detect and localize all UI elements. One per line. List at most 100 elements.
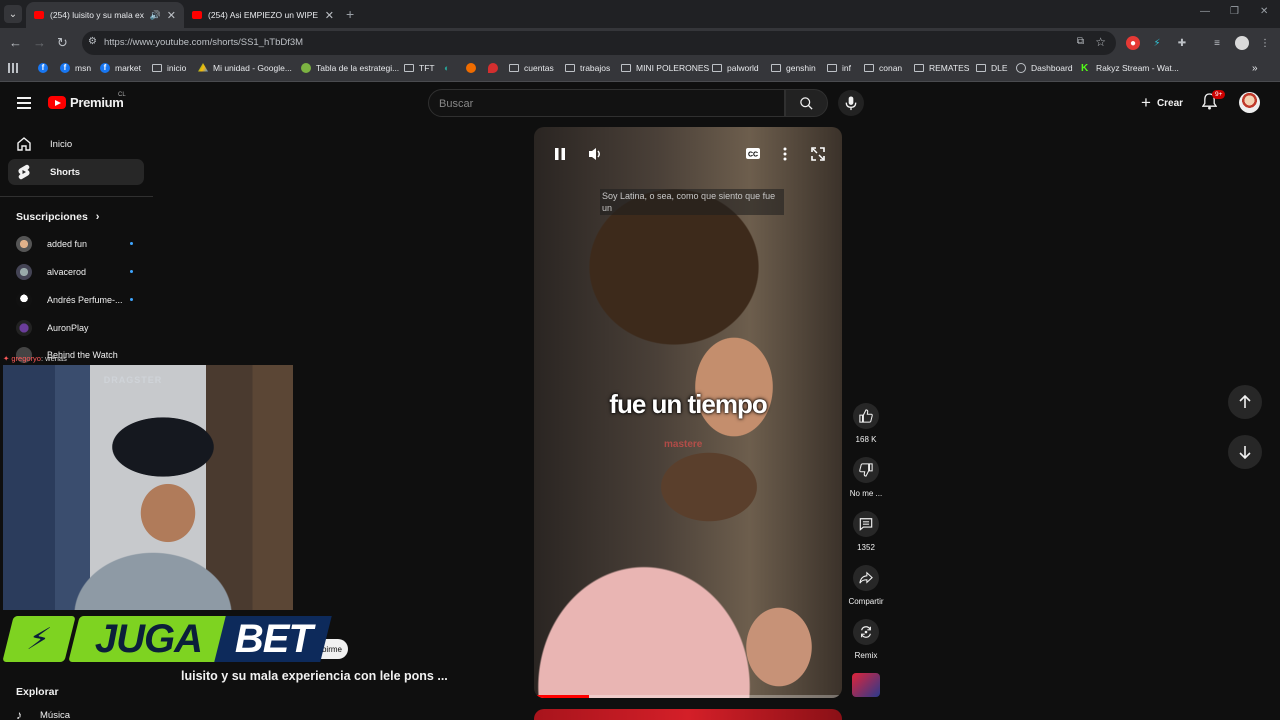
- sidebar-item-musica[interactable]: ♪ Música: [16, 708, 70, 720]
- url-text[interactable]: https://www.youtube.com/shorts/SS1_hTbDf…: [104, 37, 303, 48]
- more-options-icon[interactable]: [783, 147, 787, 166]
- more-bookmarks-icon[interactable]: »: [1252, 63, 1258, 74]
- browser-tab[interactable]: (254) Asi EMPIEZO un WIPE SO ✕: [184, 2, 342, 28]
- lightning-icon: ⚡: [2, 616, 76, 662]
- profile-avatar-icon[interactable]: [1235, 36, 1249, 50]
- bookmark-tabla[interactable]: Tabla de la estrategi...: [301, 63, 399, 73]
- subscription-item[interactable]: AuronPlay: [16, 318, 136, 338]
- remix-button[interactable]: Remix: [846, 619, 886, 660]
- sidebar-item-shorts[interactable]: Shorts: [8, 159, 144, 185]
- bookmark-facebook[interactable]: f: [38, 63, 48, 73]
- sidebar-item-label: Shorts: [50, 166, 81, 178]
- next-short-button[interactable]: [1228, 435, 1262, 469]
- sidebar-item-label: Música: [40, 709, 71, 720]
- tab-search-button[interactable]: ⌄: [4, 5, 22, 23]
- captions-icon[interactable]: CC: [745, 147, 761, 165]
- bookmark-tft[interactable]: TFT: [404, 63, 435, 73]
- bookmark-misc-1[interactable]: ◐: [444, 63, 454, 73]
- bookmark-misc-2[interactable]: [466, 63, 476, 73]
- bookmark-market[interactable]: f market: [100, 63, 141, 73]
- site-info-icon[interactable]: ⚙: [88, 36, 97, 47]
- shorts-player[interactable]: CC Soy Latina, o sea, como que siento qu…: [534, 127, 842, 698]
- new-content-dot: [130, 242, 133, 245]
- speaker-icon[interactable]: 🔊: [150, 10, 161, 21]
- bookmark-misc-3[interactable]: [488, 63, 498, 73]
- forward-icon[interactable]: →: [33, 35, 46, 50]
- search-icon: [800, 96, 813, 110]
- chair-brand-text: DRAGSTER: [103, 375, 163, 385]
- extensions-puzzle-icon[interactable]: ✚: [1175, 36, 1189, 50]
- apps-grid-icon[interactable]: [8, 63, 18, 73]
- subscription-item[interactable]: alvacerod: [16, 262, 136, 282]
- bookmark-cuentas[interactable]: cuentas: [509, 63, 554, 73]
- next-short-preview[interactable]: [534, 709, 842, 720]
- dislike-button[interactable]: No me ...: [846, 457, 886, 498]
- microphone-icon: [845, 95, 857, 110]
- sidebar-item-inicio[interactable]: Inicio: [8, 131, 144, 157]
- bookmark-remates[interactable]: REMATES: [914, 63, 969, 73]
- bookmark-inf[interactable]: inf: [827, 63, 851, 73]
- pause-icon[interactable]: [554, 147, 566, 166]
- media-control-icon[interactable]: ≡: [1210, 36, 1224, 50]
- new-content-dot: [130, 270, 133, 273]
- channel-name: alvacerod: [47, 267, 87, 277]
- comment-count: 1352: [857, 543, 875, 552]
- previous-short-button[interactable]: [1228, 385, 1262, 419]
- close-window-icon[interactable]: ✕: [1260, 6, 1268, 17]
- bookmark-rakyz[interactable]: K Rakyz Stream - Wat...: [1081, 63, 1179, 74]
- channel-thumbnail[interactable]: [852, 673, 880, 697]
- svg-text:CC: CC: [748, 152, 758, 159]
- folder-icon: [152, 64, 162, 72]
- browser-tab-active[interactable]: (254) luisito y su mala expe 🔊 ✕: [26, 2, 184, 28]
- menu-icon[interactable]: [17, 97, 31, 109]
- account-avatar[interactable]: [1239, 92, 1260, 113]
- short-title[interactable]: luisito y su mala experiencia con lele p…: [181, 669, 448, 683]
- install-app-icon[interactable]: ⧉: [1077, 36, 1084, 47]
- video-watermark: mastere: [664, 439, 703, 450]
- bookmark-msn[interactable]: f msn: [60, 63, 91, 73]
- bookmark-drive[interactable]: Mi unidad - Google...: [198, 63, 292, 73]
- bookmark-inicio[interactable]: inicio: [152, 63, 186, 73]
- minimize-icon[interactable]: —: [1200, 6, 1210, 17]
- notifications-button[interactable]: 9+: [1201, 90, 1226, 115]
- bookmark-dashboard[interactable]: Dashboard: [1016, 63, 1073, 73]
- youtube-favicon-icon: [34, 11, 44, 19]
- bookmark-palworld[interactable]: palworld: [712, 63, 759, 73]
- search-button[interactable]: [785, 89, 828, 117]
- tab-title: (254) Asi EMPIEZO un WIPE SO: [208, 10, 319, 20]
- facebook-icon: f: [100, 63, 110, 73]
- bookmark-dle[interactable]: DLE: [976, 63, 1008, 73]
- video-progress-bar[interactable]: [534, 695, 842, 698]
- video-caption-main: fue un tiempo: [609, 389, 767, 419]
- channel-avatar: [16, 264, 32, 280]
- translate-extension-icon[interactable]: ⚡: [1150, 36, 1164, 50]
- bookmark-trabajos[interactable]: trabajos: [565, 63, 610, 73]
- create-button[interactable]: + Crear: [1135, 91, 1189, 115]
- voice-search-button[interactable]: [838, 90, 864, 116]
- bookmark-star-icon[interactable]: ☆: [1095, 35, 1106, 49]
- search-box[interactable]: [428, 89, 785, 117]
- comments-button[interactable]: 1352: [846, 511, 886, 552]
- address-bar[interactable]: ⚙ https://www.youtube.com/shorts/SS1_hTb…: [82, 31, 1116, 55]
- country-code: CL: [118, 92, 126, 98]
- new-tab-button[interactable]: +: [346, 6, 354, 22]
- reload-icon[interactable]: ↻: [57, 35, 68, 51]
- volume-icon[interactable]: [588, 147, 604, 166]
- subscription-item[interactable]: Andrés Perfume-...: [16, 290, 136, 310]
- youtube-premium-logo[interactable]: Premium CL: [48, 92, 126, 110]
- bookmark-mini-polerones[interactable]: MINI POLERONES: [621, 63, 709, 73]
- browser-menu-icon[interactable]: ⋮: [1258, 36, 1272, 50]
- opera-extension-icon[interactable]: ●: [1126, 36, 1140, 50]
- fullscreen-icon[interactable]: [811, 147, 825, 166]
- bookmark-conan[interactable]: conan: [864, 63, 902, 73]
- bookmark-genshin[interactable]: genshin: [771, 63, 816, 73]
- share-button[interactable]: Compartir: [846, 565, 886, 606]
- restore-icon[interactable]: ❐: [1230, 6, 1239, 17]
- search-input[interactable]: [439, 96, 769, 112]
- close-tab-icon[interactable]: ✕: [167, 9, 176, 22]
- back-icon[interactable]: ←: [9, 35, 22, 50]
- like-button[interactable]: 168 K: [846, 403, 886, 444]
- subscriptions-heading[interactable]: Suscripciones ›: [16, 211, 99, 223]
- subscription-item[interactable]: added fun: [16, 234, 136, 254]
- close-tab-icon[interactable]: ✕: [325, 9, 334, 22]
